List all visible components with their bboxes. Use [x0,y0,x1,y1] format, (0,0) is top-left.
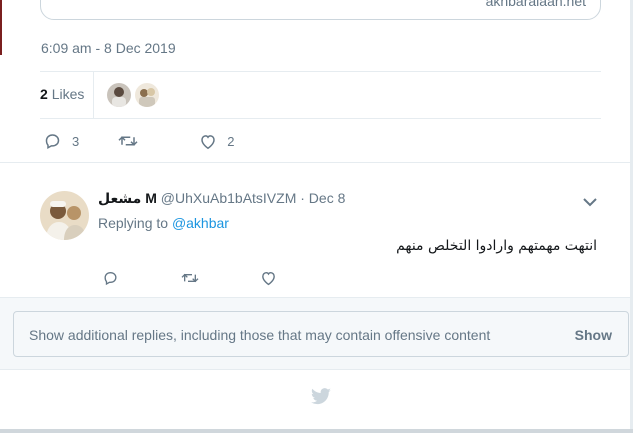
twitter-bird-icon [310,388,332,411]
tweet-timestamp[interactable]: 6:09 am - 8 Dec 2019 [41,40,176,56]
reply-count: 3 [72,133,80,149]
show-more-replies-bar[interactable]: Show additional replies, including those… [13,311,629,357]
like-button[interactable] [260,270,277,286]
replying-to-line: Replying to @akhbar [98,215,229,231]
reply-actions [102,270,277,286]
tweet-permalink-panel: akhbaralaan.net 6:09 am - 8 Dec 2019 2 L… [0,0,633,433]
liker-avatar[interactable] [107,83,131,107]
like-count: 2 [227,133,235,149]
chevron-down-icon [583,198,597,207]
like-button[interactable]: 2 [199,133,234,150]
heart-icon [262,271,275,286]
reply-icon [45,134,60,150]
liker-avatar[interactable] [135,83,159,107]
link-preview-card[interactable]: akhbaralaan.net [40,0,601,20]
reply-button[interactable] [102,270,119,286]
retweet-button[interactable] [180,270,200,286]
reply-icon [104,271,117,286]
additional-replies-section: Show additional replies, including those… [0,297,630,369]
likes-separator [93,72,94,118]
more-options-button[interactable] [583,194,597,212]
replying-to-mention[interactable]: @akhbar [172,215,229,231]
reply-tweet[interactable]: مشعل M @UhXuAb1bAtsIVZM · Dec 8 Replying… [0,176,630,296]
likes-count[interactable]: 2 Likes [40,86,84,102]
left-edge-accent [0,0,2,55]
display-name[interactable]: مشعل M [98,190,157,206]
replying-to-prefix: Replying to [98,215,169,231]
likes-row: 2 Likes [40,72,601,118]
avatar[interactable] [40,191,89,240]
link-card-domain: akhbaralaan.net [485,0,586,9]
likes-label: Likes [51,86,85,102]
divider [0,162,630,163]
reply-header: مشعل M @UhXuAb1bAtsIVZM · Dec 8 [98,190,345,207]
likes-number: 2 [40,86,48,102]
reply-text: انتهت مهمتهم وارادوا التخلص منهم [396,238,597,254]
panel-footer [0,369,630,429]
reply-button[interactable]: 3 [43,132,79,150]
additional-replies-message: Show additional replies, including those… [29,327,491,343]
show-button[interactable]: Show [575,327,612,343]
retweet-icon [181,273,199,283]
retweet-icon [118,136,138,146]
tweet-actions: 3 2 [43,132,234,150]
divider [40,118,601,119]
heart-icon [201,134,215,149]
handle-and-date[interactable]: @UhXuAb1bAtsIVZM · Dec 8 [161,190,346,206]
panel-bottom-border [0,429,633,433]
retweet-button[interactable] [117,132,149,150]
